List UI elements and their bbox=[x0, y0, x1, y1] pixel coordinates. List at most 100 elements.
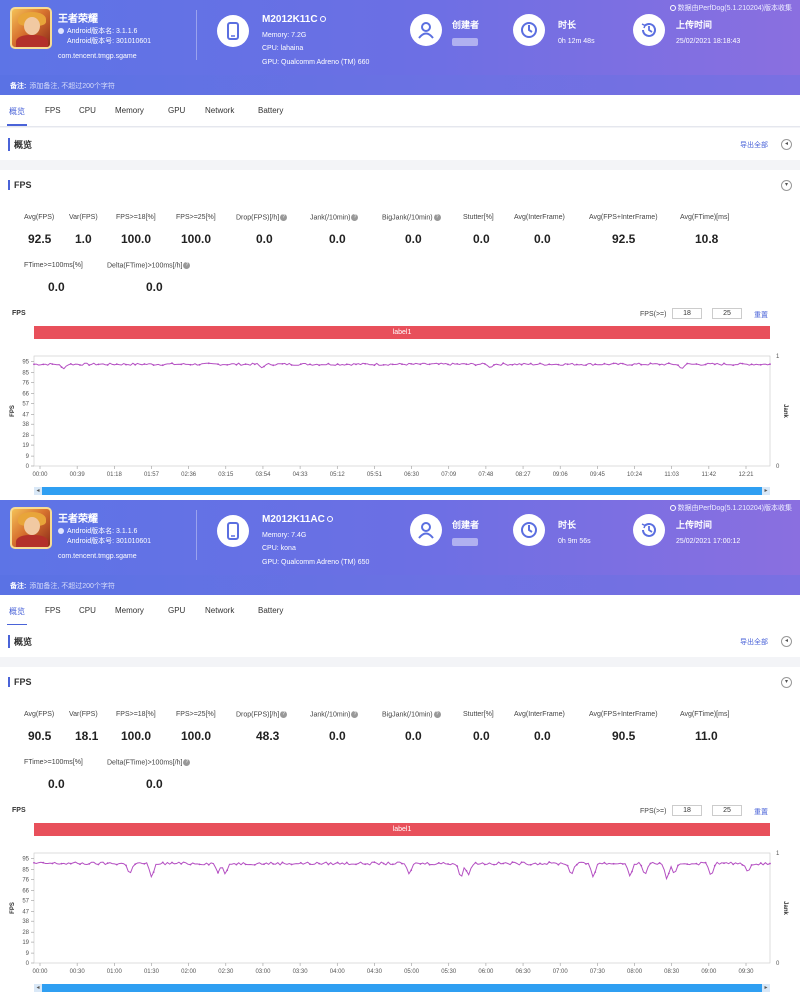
fps-point bbox=[189, 363, 192, 366]
help-icon[interactable]: ? bbox=[183, 759, 191, 766]
fps-point bbox=[97, 863, 100, 866]
note-input-placeholder[interactable]: 添加备注, 不超过200个字符 bbox=[29, 583, 115, 590]
scroll-right-icon[interactable]: ▸ bbox=[762, 487, 770, 495]
fps-point bbox=[419, 363, 422, 366]
collapse-down-icon[interactable]: ▾ bbox=[781, 180, 792, 191]
fps-point bbox=[419, 863, 422, 865]
collapse-down-icon[interactable]: ▾ bbox=[781, 677, 792, 688]
scroll-left-icon[interactable]: ◂ bbox=[34, 487, 42, 495]
fps-point bbox=[373, 364, 376, 367]
note-bar[interactable]: 备注: 添加备注, 不超过200个字符 bbox=[0, 75, 800, 95]
fps-point bbox=[79, 863, 81, 866]
fps-point bbox=[364, 863, 367, 866]
chart-scrollbar[interactable]: ◂ ▸ bbox=[34, 487, 770, 495]
y2-tick-label: 0 bbox=[776, 961, 780, 967]
help-icon[interactable]: ? bbox=[433, 214, 441, 221]
help-icon[interactable]: ? bbox=[280, 711, 288, 718]
reset-button[interactable]: 重置 bbox=[754, 807, 768, 817]
fps-threshold-input-2[interactable]: 25 bbox=[712, 805, 742, 816]
tab-3[interactable]: Memory bbox=[115, 606, 144, 615]
fps-point bbox=[594, 363, 597, 366]
fps-point bbox=[732, 863, 735, 866]
y2-axis-label: Jank bbox=[782, 404, 788, 418]
help-icon[interactable]: ? bbox=[183, 262, 191, 269]
fps-point bbox=[161, 364, 164, 367]
metric-value: 0.0 bbox=[329, 232, 346, 246]
metric-label: Avg(FPS+InterFrame) bbox=[589, 711, 658, 718]
fps-point bbox=[345, 861, 348, 864]
export-all-button[interactable]: 导出全部 bbox=[740, 140, 768, 150]
android-version-name: Android版本名: 3.1.1.6 bbox=[67, 528, 138, 535]
metric-value: 0.0 bbox=[48, 280, 65, 294]
metric-value: 11.0 bbox=[695, 729, 718, 743]
fps-point bbox=[769, 363, 771, 365]
fps-point bbox=[695, 862, 698, 865]
fps-point bbox=[566, 864, 569, 867]
fps-point bbox=[355, 363, 357, 366]
metric-value: 92.5 bbox=[28, 232, 52, 246]
fps-point bbox=[483, 863, 486, 866]
fps-point bbox=[520, 363, 523, 366]
x-tick-label: 00:00 bbox=[32, 969, 48, 975]
help-icon[interactable]: ? bbox=[351, 711, 359, 718]
fps-point bbox=[732, 364, 735, 367]
help-icon[interactable]: ? bbox=[433, 711, 441, 718]
game-icon bbox=[10, 507, 52, 549]
tab-1[interactable]: FPS bbox=[45, 106, 61, 115]
chart-scrollbar[interactable]: ◂ ▸ bbox=[34, 984, 770, 992]
fps-threshold-input-1[interactable]: 18 bbox=[672, 308, 702, 319]
fps-threshold-input-1[interactable]: 18 bbox=[672, 805, 702, 816]
x-tick-label: 00:30 bbox=[70, 969, 86, 975]
scroll-right-icon[interactable]: ▸ bbox=[762, 984, 770, 992]
user-icon bbox=[410, 514, 442, 546]
export-all-button[interactable]: 导出全部 bbox=[740, 637, 768, 647]
reset-button[interactable]: 重置 bbox=[754, 310, 768, 320]
tab-0[interactable]: 概览 bbox=[9, 106, 25, 117]
collapse-left-icon[interactable]: ◂ bbox=[781, 636, 792, 647]
y-tick-label: 85 bbox=[22, 868, 29, 874]
tab-5[interactable]: Network bbox=[205, 606, 234, 615]
note-bar[interactable]: 备注: 添加备注, 不超过200个字符 bbox=[0, 575, 800, 595]
fps-section-title: FPS bbox=[8, 677, 32, 687]
x-tick-label: 03:00 bbox=[255, 969, 271, 975]
note-input-placeholder[interactable]: 添加备注, 不超过200个字符 bbox=[29, 83, 115, 90]
y-tick-label: 76 bbox=[22, 380, 29, 386]
fps-point bbox=[318, 862, 321, 865]
fps-point bbox=[649, 862, 652, 865]
fps-threshold-input-2[interactable]: 25 bbox=[712, 308, 742, 319]
fps-point bbox=[677, 864, 679, 867]
y-tick-label: 47 bbox=[22, 412, 29, 418]
tab-6[interactable]: Battery bbox=[258, 106, 283, 115]
fps-point bbox=[410, 363, 413, 365]
fps-point bbox=[401, 363, 403, 366]
duration-value: 0h 9m 56s bbox=[558, 538, 591, 545]
info-icon bbox=[319, 16, 326, 23]
android-version-code: Android版本号: 301010601 bbox=[67, 38, 152, 45]
tab-3[interactable]: Memory bbox=[115, 106, 144, 115]
scroll-left-icon[interactable]: ◂ bbox=[34, 984, 42, 992]
tab-5[interactable]: Network bbox=[205, 106, 234, 115]
metric-value: 92.5 bbox=[612, 232, 636, 246]
metric-value: 0.0 bbox=[405, 232, 422, 246]
fps-point bbox=[631, 364, 633, 366]
help-icon[interactable]: ? bbox=[351, 214, 359, 221]
fps-point bbox=[217, 363, 219, 365]
tab-2[interactable]: CPU bbox=[79, 106, 96, 115]
fps-point bbox=[677, 364, 679, 366]
tab-2[interactable]: CPU bbox=[79, 606, 96, 615]
report-header: 王者荣耀 Android版本名: 3.1.1.6 Android版本号: 30101… bbox=[0, 500, 800, 575]
tab-4[interactable]: GPU bbox=[168, 106, 185, 115]
x-tick-label: 01:18 bbox=[107, 472, 123, 478]
collapse-left-icon[interactable]: ◂ bbox=[781, 139, 792, 150]
tab-4[interactable]: GPU bbox=[168, 606, 185, 615]
metric-value: 0.0 bbox=[534, 729, 551, 743]
x-tick-label: 01:30 bbox=[144, 969, 160, 975]
tab-0[interactable]: 概览 bbox=[9, 606, 25, 617]
fps-point bbox=[750, 363, 753, 366]
info-icon bbox=[326, 516, 333, 523]
x-tick-label: 07:00 bbox=[553, 969, 569, 975]
help-icon[interactable]: ? bbox=[280, 214, 288, 221]
tab-6[interactable]: Battery bbox=[258, 606, 283, 615]
fps-point bbox=[428, 363, 431, 366]
tab-1[interactable]: FPS bbox=[45, 606, 61, 615]
